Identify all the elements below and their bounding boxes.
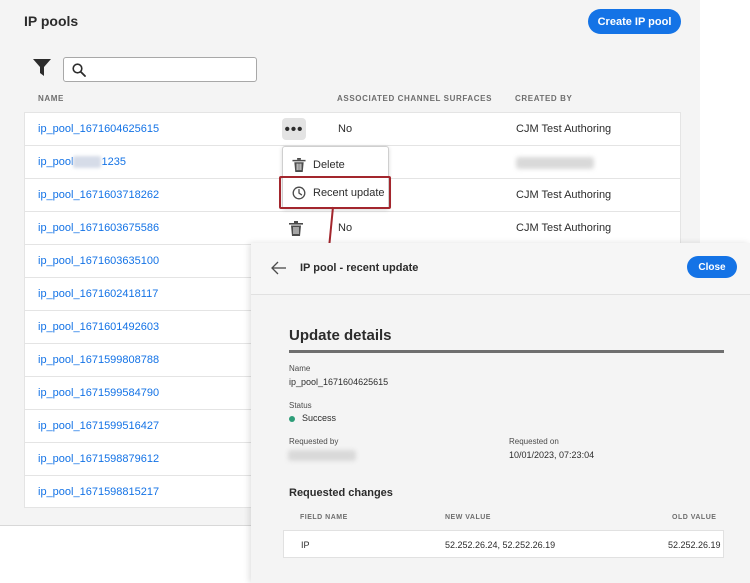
- ip-pool-name-link[interactable]: ip_pool_1671601492603: [38, 321, 159, 333]
- status-success-icon: [289, 416, 295, 422]
- panel-title: IP pool - recent update: [300, 262, 419, 274]
- requested-on-value: 10/01/2023, 07:23:04: [509, 450, 595, 460]
- requested-by-label: Requested by: [289, 437, 339, 446]
- column-header-old-value: OLD VALUE: [672, 514, 717, 521]
- name-suffix: 1235: [101, 156, 126, 168]
- back-arrow-icon[interactable]: [271, 261, 287, 275]
- close-button[interactable]: Close: [687, 256, 737, 278]
- ip-pool-name-link[interactable]: ip_pool_1671598815217: [38, 486, 159, 498]
- table-row: IP 52.252.26.24, 52.252.26.19 52.252.26.…: [283, 530, 724, 558]
- column-header-field-name: FIELD NAME: [300, 514, 348, 521]
- created-by-value: CJM Test Authoring: [516, 189, 612, 201]
- column-header-new-value: NEW VALUE: [445, 514, 491, 521]
- redacted-text: [73, 156, 102, 169]
- name-label: Name: [289, 364, 311, 373]
- channel-surfaces-value: No: [338, 123, 353, 135]
- ip-pool-name-link[interactable]: ip_pool_1671599516427: [38, 420, 159, 432]
- table-row[interactable]: ip_pool_1671603675586 No CJM Test Author…: [24, 211, 681, 244]
- ip-pool-name-link[interactable]: ip_pool_1671603675586: [38, 222, 159, 234]
- menu-item-label: Delete: [313, 159, 345, 171]
- ip-pool-name-link[interactable]: ip_pool_1671603635100: [38, 255, 159, 267]
- page-title: IP pools: [24, 13, 79, 29]
- ip-pool-name-link[interactable]: ip_pool_1671602418117: [38, 288, 158, 300]
- redacted-created-by: [516, 157, 594, 169]
- filter-icon[interactable]: [33, 59, 51, 77]
- table-row[interactable]: ip_pool_1671604625615 ••• No CJM Test Au…: [24, 112, 681, 145]
- panel-header: IP pool - recent update Close: [251, 243, 750, 295]
- create-ip-pool-button[interactable]: Create IP pool: [588, 9, 681, 34]
- field-name-value: IP: [301, 540, 310, 550]
- section-divider: [289, 350, 724, 353]
- trash-icon[interactable]: [289, 221, 303, 236]
- name-value: ip_pool_1671604625615: [289, 377, 389, 387]
- ip-pool-name-link[interactable]: ip_pool_1671598879612: [38, 453, 159, 465]
- search-input[interactable]: [92, 60, 252, 79]
- name-prefix: ip_pool: [38, 156, 74, 168]
- more-actions-button[interactable]: •••: [282, 118, 306, 140]
- column-header-name[interactable]: NAME: [38, 94, 64, 103]
- ip-pool-name-link[interactable]: ip_pool 1235: [38, 156, 126, 169]
- old-value: 52.252.26.19: [668, 540, 721, 550]
- ip-pool-name-link[interactable]: ip_pool_1671604625615: [38, 123, 159, 135]
- column-header-created-by[interactable]: CREATED BY: [515, 94, 572, 103]
- ip-pool-name-link[interactable]: ip_pool_1671599808788: [38, 354, 159, 366]
- status-value: Success: [302, 413, 337, 423]
- search-icon: [72, 63, 86, 77]
- requested-on-label: Requested on: [509, 437, 559, 446]
- column-header-channel-surfaces[interactable]: ASSOCIATED CHANNEL SURFACES: [337, 94, 492, 103]
- redacted-requested-by: [288, 450, 356, 461]
- search-field[interactable]: [63, 57, 257, 82]
- created-by-value: CJM Test Authoring: [516, 222, 612, 234]
- section-title: Update details: [289, 327, 392, 344]
- status-label: Status: [289, 401, 312, 410]
- requested-changes-title: Requested changes: [289, 487, 393, 499]
- menu-item-delete[interactable]: Delete: [283, 150, 388, 178]
- ip-pool-name-link[interactable]: ip_pool_1671599584790: [38, 387, 159, 399]
- trash-icon: [292, 158, 306, 172]
- created-by-value: CJM Test Authoring: [516, 123, 612, 135]
- ip-pool-name-link[interactable]: ip_pool_1671603718262: [38, 189, 159, 201]
- new-value: 52.252.26.24, 52.252.26.19: [445, 540, 556, 550]
- recent-update-panel: IP pool - recent update Close Update det…: [251, 243, 750, 583]
